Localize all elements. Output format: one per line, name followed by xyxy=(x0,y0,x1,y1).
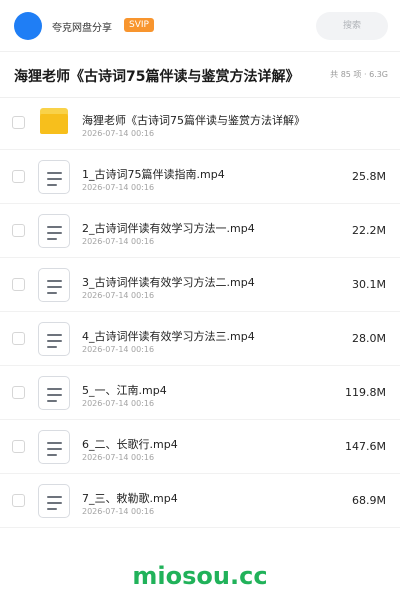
video-file-icon xyxy=(38,484,70,518)
item-date: 2026-07-14 00:16 xyxy=(82,453,155,462)
item-size: 119.8M xyxy=(345,386,386,399)
file-row[interactable]: 2_古诗词伴读有效学习方法一.mp4 2026-07-14 00:16 22.2M xyxy=(0,204,400,258)
folder-summary: 共 85 项 · 6.3G xyxy=(330,70,388,79)
row-checkbox[interactable] xyxy=(12,332,25,345)
page-title: 海狸老师《古诗词75篇伴读与鉴赏方法详解》 xyxy=(14,69,300,85)
item-date: 2026-07-14 00:16 xyxy=(82,237,155,246)
row-checkbox[interactable] xyxy=(12,116,25,129)
item-size: 22.2M xyxy=(352,224,386,237)
row-checkbox[interactable] xyxy=(12,224,25,237)
item-size: 25.8M xyxy=(352,170,386,183)
item-name: 2_古诗词伴读有效学习方法一.mp4 xyxy=(82,222,255,235)
file-row[interactable]: 1_古诗词75篇伴读指南.mp4 2026-07-14 00:16 25.8M xyxy=(0,150,400,204)
search-input[interactable]: 搜索 xyxy=(316,12,388,40)
video-file-icon xyxy=(38,160,70,194)
avatar[interactable] xyxy=(14,12,42,40)
item-name: 海狸老师《古诗词75篇伴读与鉴赏方法详解》 xyxy=(82,114,305,127)
svip-badge: SVIP xyxy=(124,18,154,32)
item-date: 2026-07-14 00:16 xyxy=(82,129,155,138)
item-size: 30.1M xyxy=(352,278,386,291)
item-date: 2026-07-14 00:16 xyxy=(82,507,155,516)
file-row[interactable]: 6_二、长歌行.mp4 2026-07-14 00:16 147.6M xyxy=(0,420,400,474)
video-file-icon xyxy=(38,430,70,464)
video-file-icon xyxy=(38,268,70,302)
file-row[interactable]: 5_一、江南.mp4 2026-07-14 00:16 119.8M xyxy=(0,366,400,420)
item-name: 5_一、江南.mp4 xyxy=(82,384,167,397)
watermark-text: miosou.cc xyxy=(132,562,268,590)
item-size: 147.6M xyxy=(345,440,386,453)
item-name: 3_古诗词伴读有效学习方法二.mp4 xyxy=(82,276,255,289)
file-list: 海狸老师《古诗词75篇伴读与鉴赏方法详解》 2026-07-14 00:16 1_古… xyxy=(0,96,400,528)
item-size: 68.9M xyxy=(352,494,386,507)
video-file-icon xyxy=(38,376,70,410)
top-header: 夸克网盘分享 SVIP 搜索 xyxy=(0,0,400,52)
row-checkbox[interactable] xyxy=(12,386,25,399)
row-checkbox[interactable] xyxy=(12,440,25,453)
file-row[interactable]: 7_三、敕勒歌.mp4 2026-07-14 00:16 68.9M xyxy=(0,474,400,528)
item-size: 28.0M xyxy=(352,332,386,345)
row-checkbox[interactable] xyxy=(12,494,25,507)
item-name: 6_二、长歌行.mp4 xyxy=(82,438,178,451)
row-checkbox[interactable] xyxy=(12,170,25,183)
row-checkbox[interactable] xyxy=(12,278,25,291)
item-name: 7_三、敕勒歌.mp4 xyxy=(82,492,178,505)
file-row[interactable]: 3_古诗词伴读有效学习方法二.mp4 2026-07-14 00:16 30.1M xyxy=(0,258,400,312)
video-file-icon xyxy=(38,322,70,356)
folder-title-bar: 海狸老师《古诗词75篇伴读与鉴赏方法详解》 共 85 项 · 6.3G xyxy=(0,52,400,98)
item-date: 2026-07-14 00:16 xyxy=(82,399,155,408)
video-file-icon xyxy=(38,214,70,248)
item-name: 1_古诗词75篇伴读指南.mp4 xyxy=(82,168,225,181)
item-date: 2026-07-14 00:16 xyxy=(82,291,155,300)
folder-row[interactable]: 海狸老师《古诗词75篇伴读与鉴赏方法详解》 2026-07-14 00:16 xyxy=(0,96,400,150)
file-row[interactable]: 4_古诗词伴读有效学习方法三.mp4 2026-07-14 00:16 28.0M xyxy=(0,312,400,366)
folder-icon xyxy=(40,108,68,134)
app-name: 夸克网盘分享 xyxy=(52,23,112,34)
item-name: 4_古诗词伴读有效学习方法三.mp4 xyxy=(82,330,255,343)
item-date: 2026-07-14 00:16 xyxy=(82,345,155,354)
item-date: 2026-07-14 00:16 xyxy=(82,183,155,192)
